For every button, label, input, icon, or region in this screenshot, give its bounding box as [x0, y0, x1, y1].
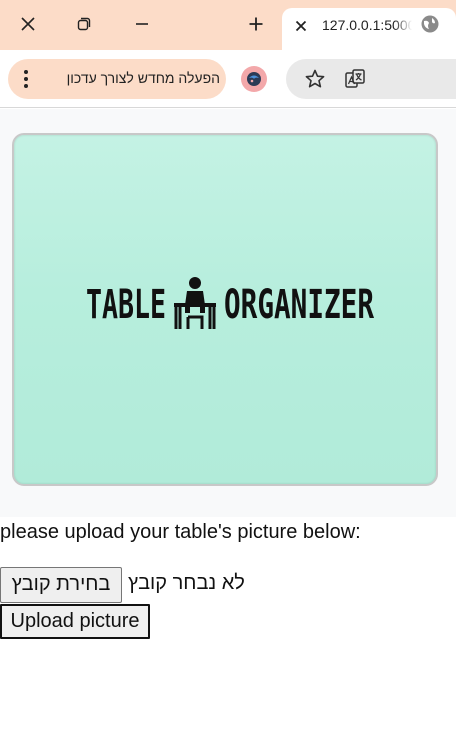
address-bar[interactable] — [286, 59, 456, 99]
plus-icon — [249, 17, 263, 31]
file-status-label: לא נבחר קובץ — [128, 572, 245, 594]
restore-window-icon[interactable] — [68, 8, 100, 40]
logo-text-left: TABLE — [86, 282, 166, 328]
tab-close-icon[interactable] — [292, 15, 310, 37]
choose-file-button[interactable]: בחירת קובץ — [0, 567, 122, 603]
active-tab[interactable]: 127.0.0.1:5000 — [282, 8, 456, 50]
close-window-icon[interactable] — [12, 8, 44, 40]
more-vert-icon — [24, 70, 28, 88]
bookmark-star-icon[interactable] — [304, 68, 326, 90]
browser-toolbar: הפעלה מחדש לצורך עדכון — [0, 50, 456, 108]
table-organizer-logo: TABLE ORGANIZER — [12, 133, 438, 486]
file-input[interactable]: בחירת קובץ לא נבחר קובץ — [0, 567, 300, 603]
hero-section: TABLE ORGANIZER — [0, 109, 456, 517]
tab-title: 127.0.0.1:5000 — [322, 17, 412, 33]
update-restart-button[interactable]: הפעלה מחדש לצורך עדכון — [8, 59, 226, 99]
logo-text-right: ORGANIZER — [224, 282, 374, 328]
upload-picture-button[interactable]: Upload picture — [0, 604, 150, 639]
profile-avatar-icon[interactable] — [241, 66, 267, 92]
update-restart-label: הפעלה מחדש לצורך עדכון — [66, 70, 220, 86]
translate-icon[interactable] — [344, 68, 366, 90]
minimize-window-icon[interactable] — [126, 8, 158, 40]
new-tab-button[interactable] — [240, 8, 272, 40]
globe-icon — [421, 15, 439, 33]
person-at-desk-icon — [174, 277, 216, 329]
tab-strip: 127.0.0.1:5000 — [0, 0, 456, 50]
logo-graphic: TABLE ORGANIZER — [86, 277, 374, 329]
upload-instructions: please upload your table's picture below… — [0, 521, 361, 543]
